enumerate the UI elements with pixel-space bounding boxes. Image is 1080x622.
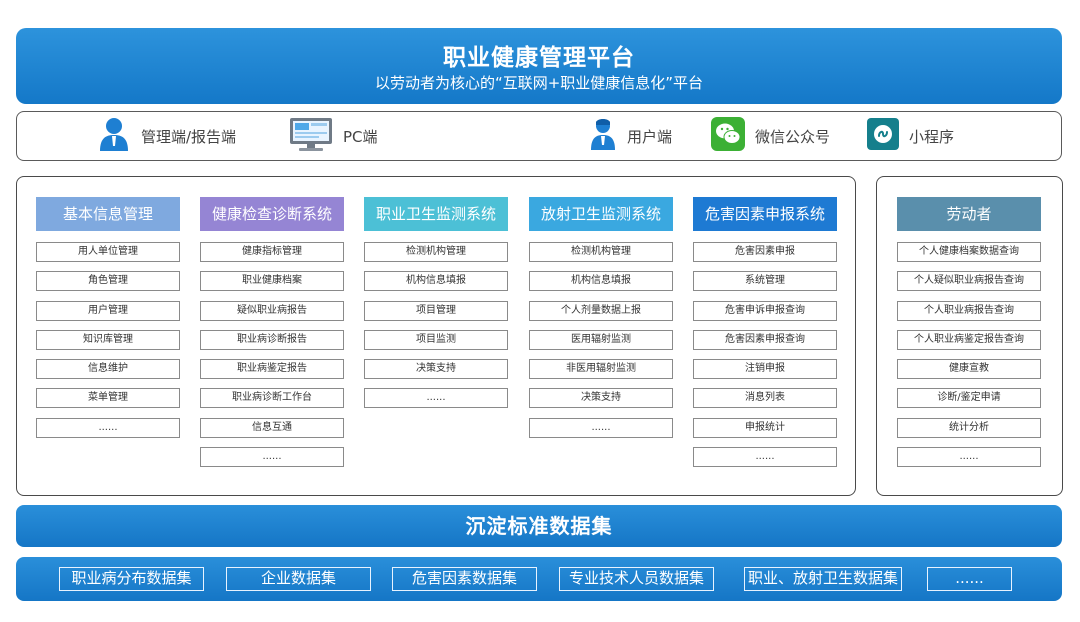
- client-admin[interactable]: 管理端/报告端: [97, 112, 236, 160]
- system-title[interactable]: 放射卫生监测系统: [529, 197, 673, 231]
- dataset-row: 职业病分布数据集 企业数据集 危害因素数据集 专业技术人员数据集 职业、放射卫生…: [16, 557, 1062, 601]
- dataset-item[interactable]: 职业、放射卫生数据集: [744, 567, 902, 591]
- platform-subtitle: 以劳动者为核心的“互联网+职业健康信息化”平台: [374, 74, 704, 92]
- system-item[interactable]: 信息维护: [36, 359, 180, 380]
- dataset-band-title: 沉淀标准数据集: [16, 505, 1062, 547]
- system-item[interactable]: 消息列表: [693, 388, 837, 409]
- system-item[interactable]: 注销申报: [693, 359, 837, 380]
- admin-user-icon: [97, 116, 131, 156]
- system-column-basic-info: 基本信息管理 用人单位管理 角色管理 用户管理 知识库管理 信息维护 菜单管理 …: [36, 197, 180, 447]
- system-item[interactable]: 决策支持: [529, 388, 673, 409]
- system-item[interactable]: 机构信息填报: [529, 271, 673, 292]
- system-column-hazard-declaration: 危害因素申报系统 危害因素申报 系统管理 危害申诉申报查询 危害因素申报查询 注…: [693, 197, 837, 476]
- system-item[interactable]: 信息互通: [200, 417, 344, 438]
- system-item[interactable]: 角色管理: [36, 271, 180, 292]
- system-item[interactable]: 职业健康档案: [200, 271, 344, 292]
- system-item[interactable]: 检测机构管理: [364, 242, 508, 262]
- worker-item[interactable]: 个人职业病鉴定报告查询: [897, 329, 1041, 350]
- system-item[interactable]: 危害申诉申报查询: [693, 300, 837, 321]
- system-item[interactable]: 用户管理: [36, 300, 180, 321]
- client-pc-label: PC端: [343, 127, 378, 146]
- platform-title: 职业健康管理平台: [443, 45, 635, 71]
- dataset-item[interactable]: 危害因素数据集: [392, 567, 537, 591]
- client-miniprogram-label: 小程序: [909, 127, 955, 146]
- user-icon: [589, 117, 617, 155]
- client-admin-label: 管理端/报告端: [141, 127, 237, 146]
- system-item[interactable]: 机构信息填报: [364, 271, 508, 292]
- wechat-icon: [711, 117, 745, 155]
- worker-column: 劳动者 个人健康档案数据查询 个人疑似职业病报告查询 个人职业病报告查询 个人职…: [897, 197, 1041, 476]
- worker-item[interactable]: 个人职业病报告查询: [897, 300, 1041, 321]
- system-item[interactable]: 系统管理: [693, 271, 837, 292]
- dataset-item[interactable]: ......: [927, 567, 1012, 591]
- system-item[interactable]: ......: [200, 447, 344, 468]
- client-wechat[interactable]: 微信公众号: [711, 112, 830, 160]
- system-item[interactable]: 医用辐射监测: [529, 329, 673, 350]
- client-user[interactable]: 用户端: [589, 112, 672, 160]
- worker-item[interactable]: 诊断/鉴定申请: [897, 388, 1041, 409]
- dataset-item[interactable]: 专业技术人员数据集: [559, 567, 714, 591]
- client-access-bar: 管理端/报告端 PC端 用户端 微信公众号 小程序: [16, 111, 1062, 161]
- system-item[interactable]: 非医用辐射监测: [529, 359, 673, 380]
- client-pc[interactable]: PC端: [289, 112, 378, 160]
- monitor-icon: [289, 116, 333, 156]
- system-item[interactable]: 危害因素申报查询: [693, 329, 837, 350]
- system-item[interactable]: 疑似职业病报告: [200, 300, 344, 321]
- system-item[interactable]: ......: [36, 417, 180, 438]
- system-item[interactable]: 职业病诊断报告: [200, 329, 344, 350]
- client-miniprogram[interactable]: 小程序: [867, 112, 954, 160]
- worker-item[interactable]: 健康宣教: [897, 359, 1041, 380]
- system-item[interactable]: 职业病鉴定报告: [200, 359, 344, 380]
- system-title[interactable]: 职业卫生监测系统: [364, 197, 508, 231]
- dataset-item[interactable]: 企业数据集: [226, 567, 371, 591]
- system-item[interactable]: 知识库管理: [36, 329, 180, 350]
- system-item[interactable]: ......: [364, 388, 508, 409]
- client-wechat-label: 微信公众号: [755, 127, 831, 146]
- system-title[interactable]: 危害因素申报系统: [693, 197, 837, 231]
- system-item[interactable]: 危害因素申报: [693, 242, 837, 262]
- system-item[interactable]: 项目管理: [364, 300, 508, 321]
- dataset-item[interactable]: 职业病分布数据集: [59, 567, 204, 591]
- system-item[interactable]: 健康指标管理: [200, 242, 344, 262]
- system-title[interactable]: 健康检查诊断系统: [200, 197, 344, 231]
- system-column-occupational-monitoring: 职业卫生监测系统 检测机构管理 机构信息填报 项目管理 项目监测 决策支持 ..…: [364, 197, 508, 418]
- system-column-radiation-monitoring: 放射卫生监测系统 检测机构管理 机构信息填报 个人剂量数据上报 医用辐射监测 非…: [529, 197, 673, 447]
- mini-program-icon: [867, 118, 899, 154]
- system-item[interactable]: 项目监测: [364, 329, 508, 350]
- worker-item[interactable]: 个人疑似职业病报告查询: [897, 271, 1041, 292]
- system-item[interactable]: 检测机构管理: [529, 242, 673, 262]
- worker-item[interactable]: 统计分析: [897, 417, 1041, 438]
- system-item[interactable]: 职业病诊断工作台: [200, 388, 344, 409]
- system-title[interactable]: 基本信息管理: [36, 197, 180, 231]
- system-column-health-check: 健康检查诊断系统 健康指标管理 职业健康档案 疑似职业病报告 职业病诊断报告 职…: [200, 197, 344, 476]
- system-item[interactable]: ......: [693, 447, 837, 468]
- system-item[interactable]: 菜单管理: [36, 388, 180, 409]
- system-item[interactable]: 申报统计: [693, 417, 837, 438]
- system-item[interactable]: 个人剂量数据上报: [529, 300, 673, 321]
- client-user-label: 用户端: [627, 127, 673, 146]
- platform-banner: 职业健康管理平台 以劳动者为核心的“互联网+职业健康信息化”平台: [16, 28, 1062, 104]
- worker-item[interactable]: 个人健康档案数据查询: [897, 242, 1041, 262]
- worker-title[interactable]: 劳动者: [897, 197, 1041, 231]
- worker-item[interactable]: ......: [897, 447, 1041, 468]
- system-item[interactable]: ......: [529, 417, 673, 438]
- system-item[interactable]: 用人单位管理: [36, 242, 180, 262]
- system-item[interactable]: 决策支持: [364, 359, 508, 380]
